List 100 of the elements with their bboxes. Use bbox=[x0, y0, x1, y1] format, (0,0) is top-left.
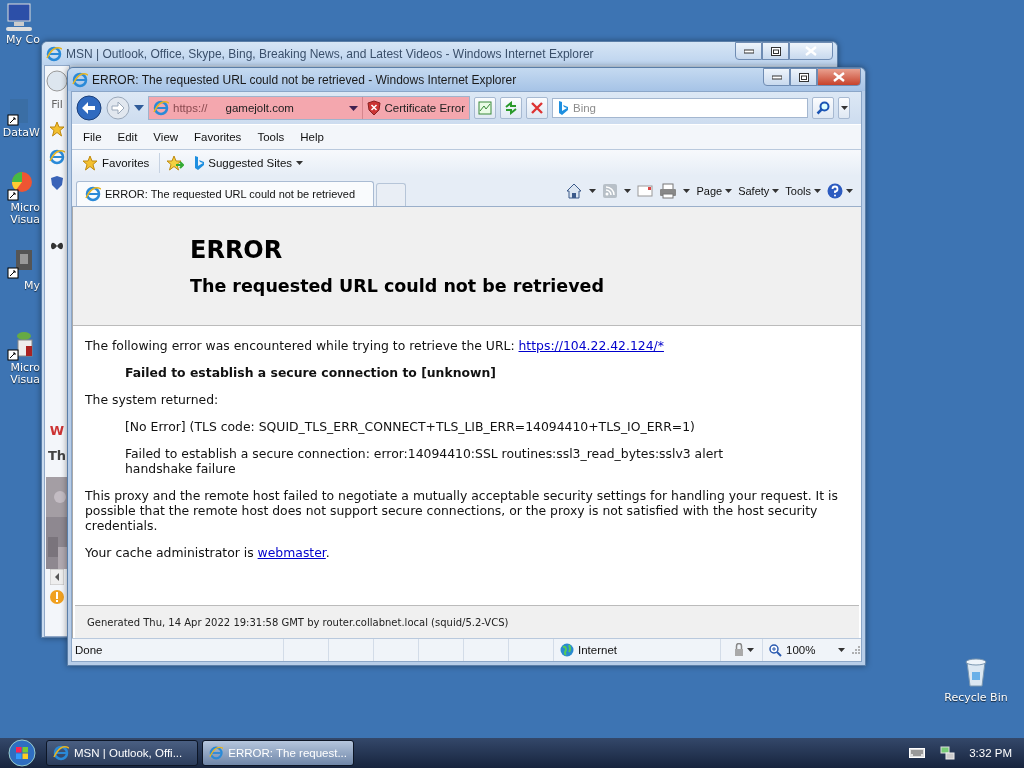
menu-item[interactable]: Favorites bbox=[187, 129, 249, 145]
icon-label: My Co bbox=[6, 34, 40, 46]
refresh-icon bbox=[504, 101, 518, 115]
keyboard-icon[interactable] bbox=[909, 748, 926, 758]
paragraph: Failed to establish a secure connection to [unknown] bbox=[125, 365, 497, 380]
maximize-button[interactable] bbox=[790, 68, 817, 86]
caret-icon bbox=[772, 189, 780, 193]
ie-logo-icon bbox=[49, 149, 65, 165]
caret-icon bbox=[838, 648, 845, 652]
command-menu[interactable]: Tools bbox=[785, 185, 821, 197]
ie-logo-icon bbox=[53, 745, 69, 761]
icon-label: Micro bbox=[10, 202, 40, 214]
minimize-icon bbox=[771, 74, 782, 80]
mail-icon[interactable] bbox=[637, 185, 654, 197]
caret-icon bbox=[725, 189, 733, 193]
network-icon[interactable] bbox=[939, 745, 956, 761]
close-icon bbox=[805, 46, 817, 56]
menu-item[interactable]: Tools bbox=[250, 129, 292, 145]
address-bar[interactable]: https:// gamejolt.com Certificate Error bbox=[148, 96, 470, 120]
caret-icon bbox=[814, 189, 821, 193]
command-menu[interactable]: Safety bbox=[738, 185, 780, 197]
browser-tab[interactable]: ERROR: The requested URL could not be retrieved bbox=[76, 181, 374, 206]
page-subheading: The requested URL could not be retrieved bbox=[190, 276, 605, 296]
icon-label: My bbox=[24, 280, 40, 292]
caret-icon[interactable] bbox=[747, 648, 754, 652]
bing-logo-icon bbox=[558, 101, 568, 115]
recycle-bin-icon[interactable] bbox=[962, 656, 990, 688]
link[interactable]: https://104.22.42.124/* bbox=[518, 338, 664, 353]
security-zone[interactable]: Internet bbox=[553, 639, 720, 661]
zoom-icon bbox=[769, 643, 782, 657]
icon-label: Visua bbox=[10, 214, 40, 226]
window-title: ERROR: The requested URL could not be retrieved - Windows Internet Explorer bbox=[92, 72, 518, 87]
stop-button[interactable] bbox=[526, 97, 548, 119]
search-button[interactable] bbox=[812, 97, 834, 119]
caret-icon[interactable] bbox=[349, 105, 359, 111]
icon-label: Recycle Bin bbox=[944, 692, 1008, 704]
maximize-button[interactable] bbox=[762, 42, 789, 60]
caret-icon[interactable] bbox=[683, 189, 691, 193]
icon-label: Micro bbox=[10, 362, 40, 374]
paragraph: [No Error] (TLS code: SQUID_TLS_ERR_CONNECT+TLS_LIB_ERR=14094410+TLS_IO_ERR=1) bbox=[125, 419, 696, 434]
shield-icon[interactable] bbox=[50, 175, 64, 191]
page-footer: Generated Thu, 14 Apr 2022 19:31:58 GMT by router.collabnet.local (squid/5.2-VCS) bbox=[75, 605, 859, 638]
taskbar-button[interactable]: MSN | Outlook, Offi... bbox=[46, 740, 198, 766]
command-menu[interactable]: Page bbox=[696, 185, 733, 197]
ie-logo-icon bbox=[46, 45, 62, 62]
maximize-icon bbox=[798, 72, 809, 82]
back-button-icon[interactable] bbox=[76, 95, 102, 121]
help-button[interactable] bbox=[827, 183, 853, 199]
status-text: Done bbox=[74, 644, 104, 656]
resize-grip-icon[interactable] bbox=[851, 645, 861, 655]
paragraph: The following error was encountered while trying to retrieve the URL: https://104.22.42.124/* bbox=[85, 338, 665, 353]
paragraph: Your cache administrator is webmaster. bbox=[85, 545, 331, 560]
compatibility-button[interactable] bbox=[474, 97, 496, 119]
window-title: MSN | Outlook, Office, Skype, Bing, Breaking News, and Latest Videos - Windows Internet Explorer bbox=[66, 46, 595, 61]
close-icon bbox=[531, 102, 543, 114]
ie-logo-icon bbox=[85, 186, 101, 202]
menu-item[interactable]: View bbox=[146, 129, 186, 145]
favorites-button[interactable]: Favorites bbox=[78, 153, 154, 173]
caret-icon bbox=[296, 161, 304, 165]
maximize-icon bbox=[770, 46, 781, 56]
menu-item[interactable]: File bbox=[76, 129, 109, 145]
menu-item[interactable]: Fil bbox=[51, 98, 63, 111]
ie-logo-icon bbox=[209, 745, 224, 761]
url-text: gamejolt.com bbox=[225, 102, 295, 114]
star-icon[interactable] bbox=[49, 121, 65, 137]
minimize-icon bbox=[743, 48, 754, 54]
search-icon bbox=[816, 101, 830, 115]
caret-icon bbox=[840, 106, 848, 110]
menu-item[interactable]: Help bbox=[293, 129, 331, 145]
link[interactable]: webmaster bbox=[257, 545, 326, 560]
paragraph: Failed to establish a secure connection: error:14094410:SSL routines:ssl3_read_bytes:sslv3 alert handshake failure bbox=[125, 446, 725, 476]
suggested-sites-button[interactable]: Suggested Sites bbox=[190, 154, 308, 172]
caret-icon[interactable] bbox=[624, 189, 632, 193]
start-button-icon[interactable] bbox=[8, 739, 36, 767]
star-icon bbox=[82, 155, 98, 171]
print-icon[interactable] bbox=[659, 183, 678, 199]
paragraph: The system returned: bbox=[85, 392, 220, 407]
caret-icon bbox=[846, 189, 853, 193]
page-icon bbox=[153, 100, 169, 116]
menu-item[interactable]: Edit bbox=[110, 129, 145, 145]
icon-label: DataW bbox=[2, 127, 40, 139]
shield-error-icon bbox=[367, 100, 382, 116]
zoom-control[interactable]: 100% bbox=[762, 639, 851, 661]
headline-text: W bbox=[49, 423, 65, 438]
icon-label: Visua bbox=[10, 374, 40, 386]
refresh-button[interactable] bbox=[500, 97, 522, 119]
close-button[interactable] bbox=[817, 68, 861, 86]
search-field[interactable]: Bing bbox=[552, 98, 808, 118]
bing-logo-icon bbox=[194, 156, 205, 170]
caret-icon[interactable] bbox=[589, 189, 597, 193]
scroll-left-icon[interactable] bbox=[50, 569, 64, 585]
caret-icon[interactable] bbox=[134, 105, 144, 111]
globe-icon bbox=[560, 643, 574, 657]
close-icon bbox=[833, 72, 845, 82]
add-favorite-icon[interactable] bbox=[166, 155, 185, 171]
help-icon bbox=[827, 183, 843, 199]
search-options-button[interactable] bbox=[838, 97, 850, 119]
home-icon[interactable] bbox=[565, 182, 584, 200]
body-text: Th bbox=[47, 448, 67, 463]
page-heading: ERROR bbox=[190, 236, 284, 264]
